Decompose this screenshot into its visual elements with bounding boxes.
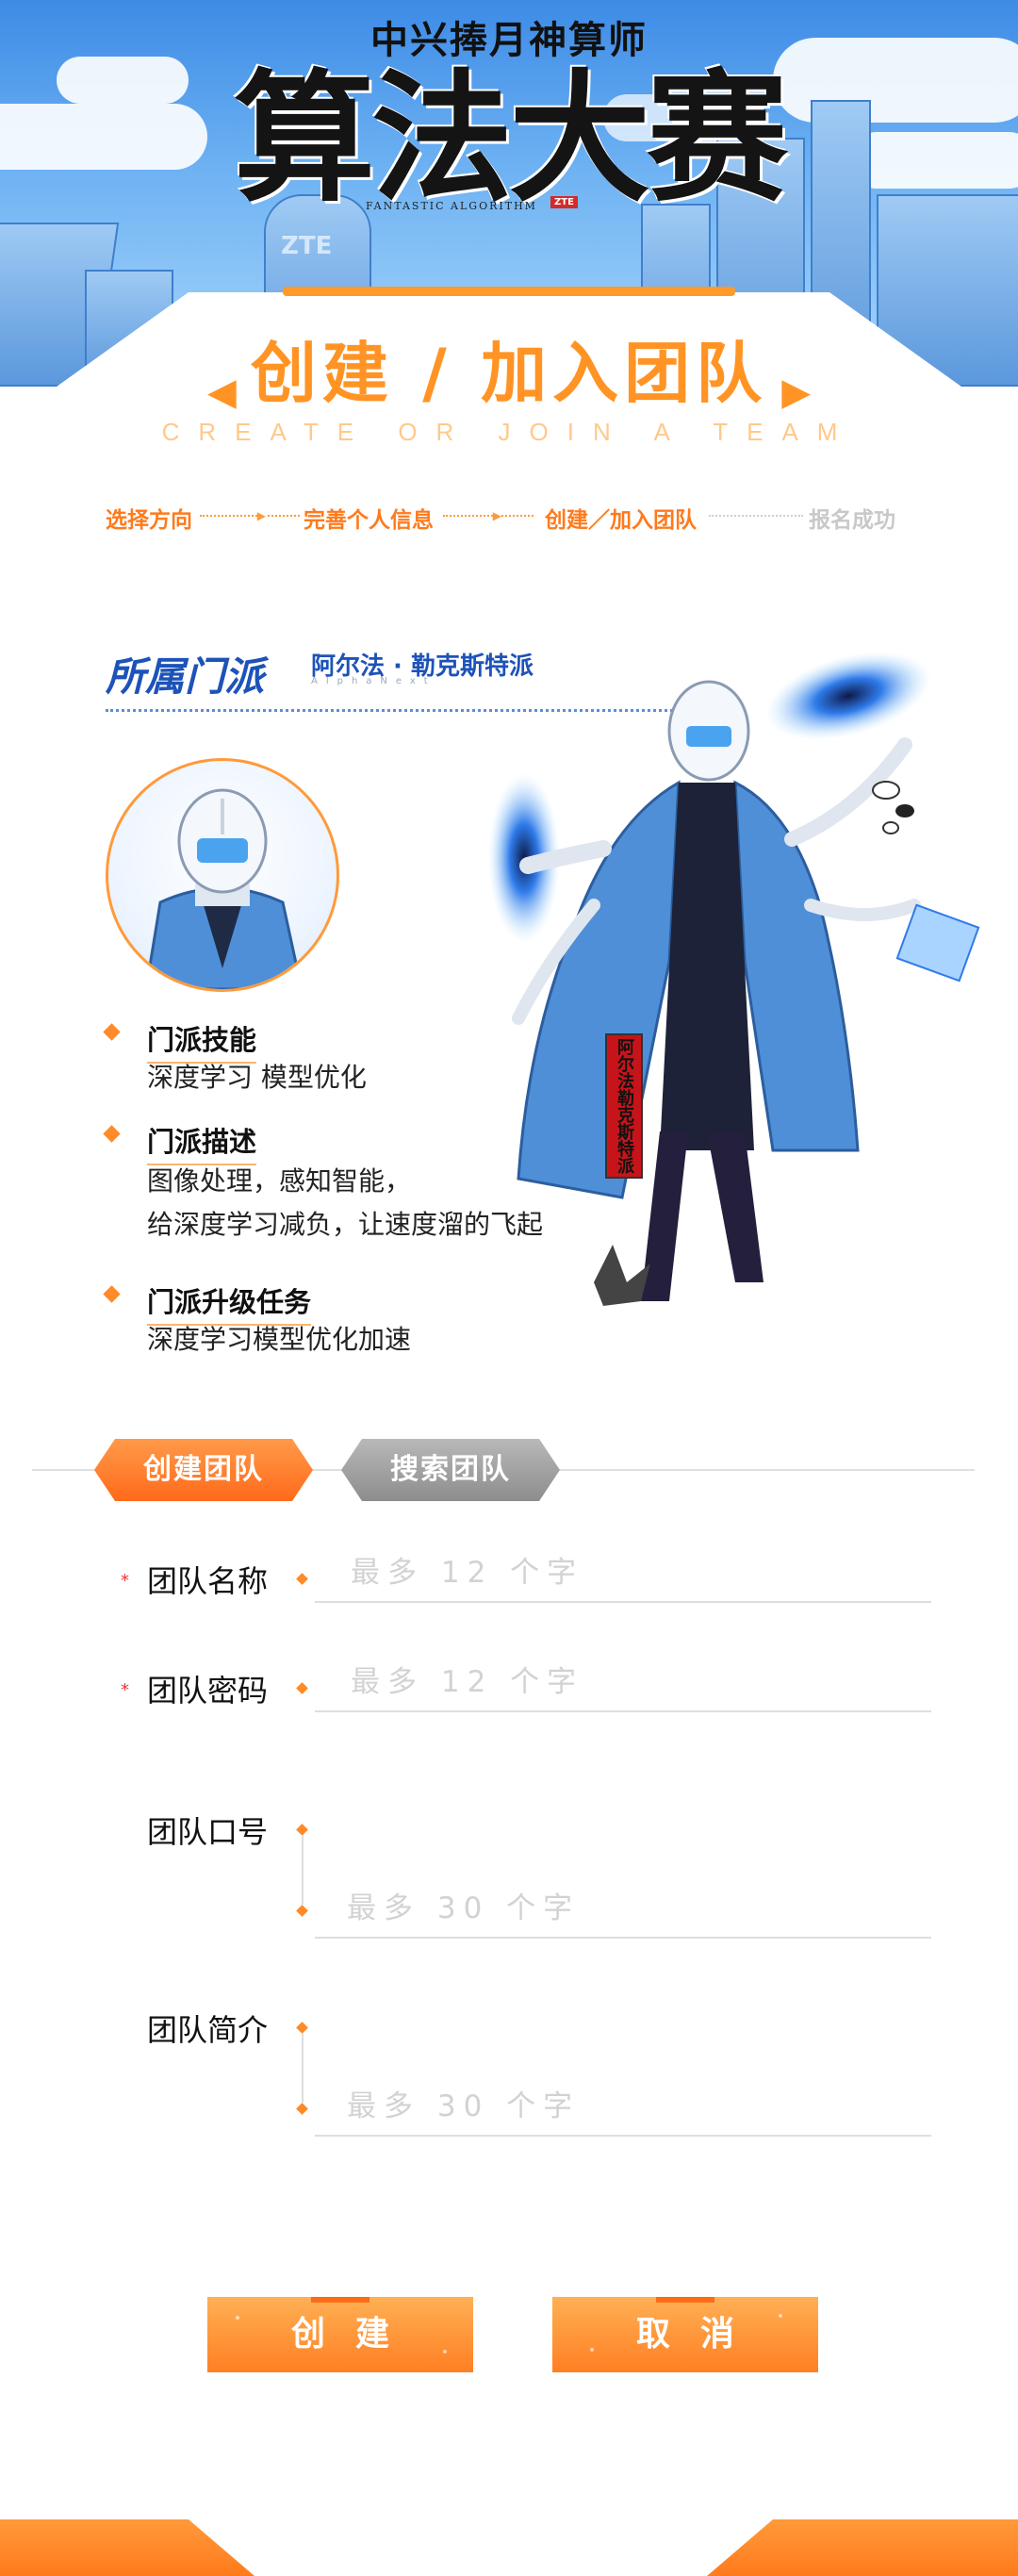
page-title: ◀ 创建 / 加入团队 ▶ CREATE OR JOIN A TEAM <box>0 321 1018 447</box>
bullet-diamond-icon <box>103 1125 121 1143</box>
attribute-value: 深度学习 模型优化 <box>147 1062 367 1093</box>
required-marker: * <box>121 1571 129 1591</box>
faction-name-english: AlphaNext <box>311 676 436 686</box>
faction-character-illustration <box>488 652 980 1306</box>
team-password-input[interactable] <box>351 1661 916 1703</box>
team-slogan-label: 团队口号 <box>147 1814 269 1850</box>
arrow-right-icon: ▶ <box>256 509 266 522</box>
arrow-right-icon: ▶ <box>781 370 812 414</box>
arrow-left-icon: ◀ <box>206 370 237 414</box>
faction-ribbon: 阿尔法勒克斯特派 <box>605 1033 643 1179</box>
create-button-label: 创建 <box>290 2315 419 2353</box>
field-underline <box>315 2135 931 2137</box>
sparkle <box>590 2348 594 2352</box>
sparkle <box>443 2350 447 2353</box>
step-create-join-team: 创建／加入团队 <box>545 508 697 533</box>
page-title-english: CREATE OR JOIN A TEAM <box>161 418 857 446</box>
required-marker: * <box>121 1680 129 1700</box>
field-bracket <box>302 1835 304 1905</box>
attribute-label: 门派描述 <box>147 1120 257 1165</box>
team-intro-label: 团队简介 <box>147 2012 269 2048</box>
cancel-button[interactable]: 取消 <box>552 2297 818 2372</box>
logo-main-text: 算法大赛 <box>233 56 788 222</box>
team-name-label: 团队名称 <box>147 1563 269 1599</box>
bullet-diamond-icon <box>103 1023 121 1041</box>
event-logo: 中兴捧月神算师 算法大赛 <box>0 9 1018 209</box>
field-marker-icon <box>296 1905 308 1917</box>
panel-accent-bar <box>283 287 735 296</box>
progress-steps: 选择方向 ▶ 完善个人信息 ▶ 创建／加入团队 报名成功 <box>106 502 916 533</box>
step-connector <box>501 515 534 517</box>
step-registration-success: 报名成功 <box>809 508 895 533</box>
arrow-right-icon: ▶ <box>492 509 501 522</box>
building-brand: ZTE <box>281 232 333 260</box>
field-underline <box>315 1601 931 1603</box>
zte-logo: ZTE <box>550 196 578 208</box>
team-name-input[interactable] <box>351 1552 916 1593</box>
team-password-label: 团队密码 <box>147 1673 269 1709</box>
tab-create-team[interactable]: 创建团队 <box>94 1439 313 1501</box>
sparkle <box>236 2316 239 2320</box>
field-bracket <box>302 2033 304 2103</box>
team-slogan-input[interactable] <box>347 1888 912 1929</box>
faction-heading: 所属门派 <box>106 653 265 700</box>
footer-decoration-right <box>707 2519 1018 2576</box>
field-marker-icon <box>296 1573 308 1585</box>
tab-search-team[interactable]: 搜索团队 <box>341 1439 560 1501</box>
team-intro-input[interactable] <box>347 2086 912 2127</box>
bullet-diamond-icon <box>103 1285 121 1303</box>
faction-avatar <box>106 758 339 992</box>
field-marker-icon <box>296 1824 308 1836</box>
step-connector <box>268 515 300 517</box>
button-notch <box>311 2297 369 2303</box>
field-underline <box>315 1937 931 1939</box>
footer-decoration-left <box>0 2519 254 2576</box>
button-notch <box>656 2297 714 2303</box>
step-connector <box>709 515 803 517</box>
attribute-value: 图像处理，感知智能， <box>147 1165 412 1197</box>
create-button[interactable]: 创建 <box>207 2297 473 2372</box>
page-title-text: 创建 / 加入团队 <box>250 335 768 412</box>
field-marker-icon <box>296 2103 308 2115</box>
logo-subtitle: FANTASTIC ALGORITHM <box>366 200 537 212</box>
step-connector: ▶ <box>443 509 501 522</box>
step-choose-direction: 选择方向 <box>106 508 192 533</box>
field-marker-icon <box>296 1682 308 1694</box>
robot-portrait-icon <box>144 788 304 989</box>
field-marker-icon <box>296 2022 308 2034</box>
attribute-value: 深度学习模型优化加速 <box>147 1324 412 1355</box>
step-connector: ▶ <box>200 509 266 522</box>
step-personal-info: 完善个人信息 <box>304 508 434 533</box>
cancel-button-label: 取消 <box>635 2315 764 2353</box>
sparkle <box>779 2314 782 2318</box>
field-underline <box>315 1710 931 1712</box>
